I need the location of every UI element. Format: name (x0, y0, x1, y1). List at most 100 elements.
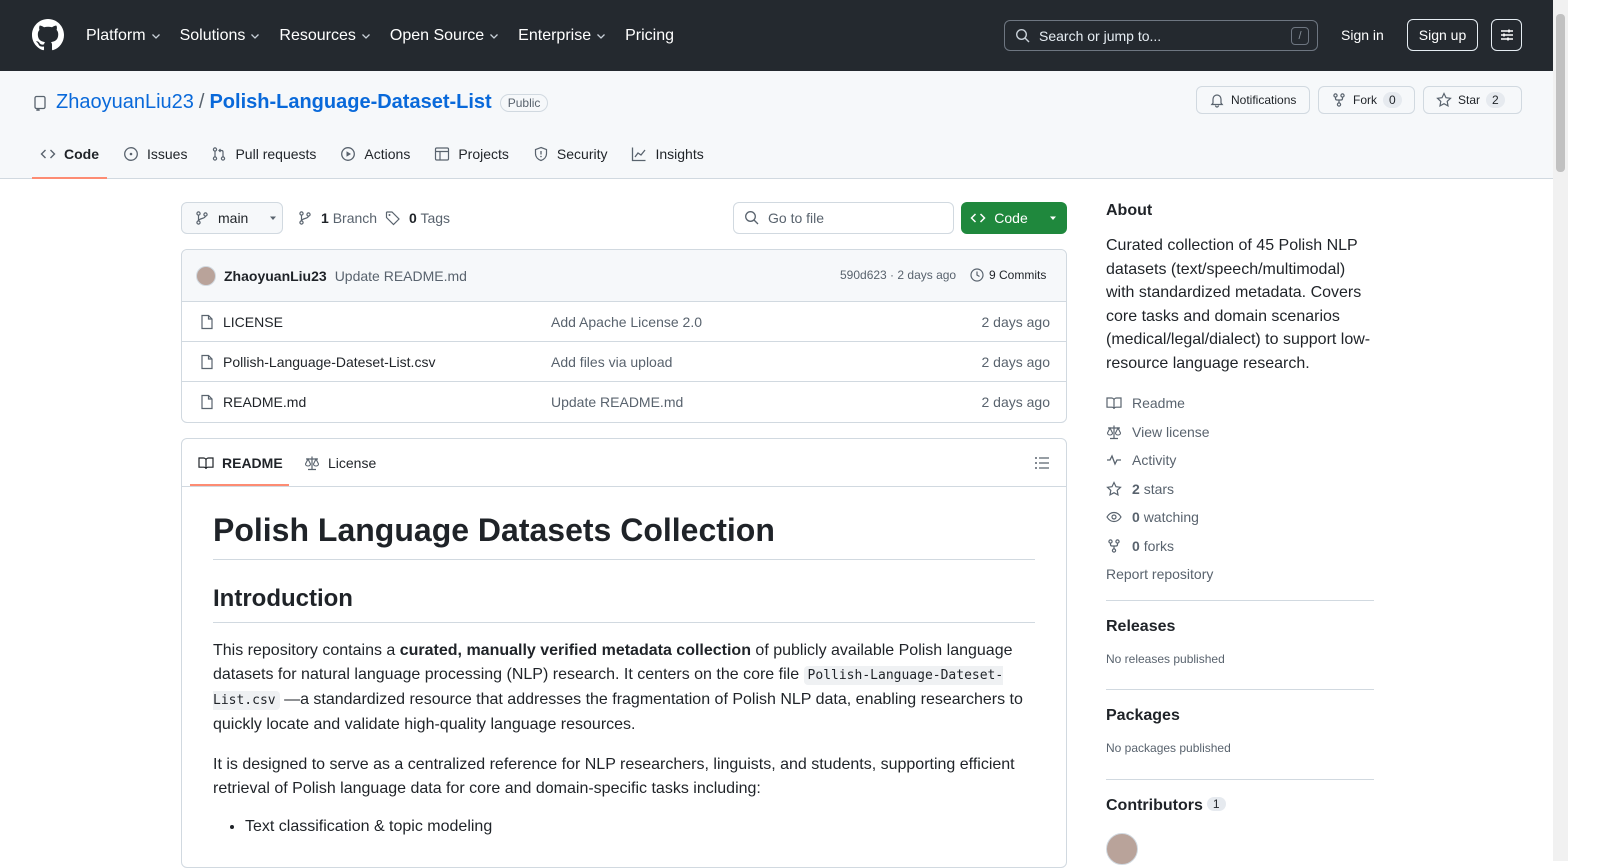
file-commit-message[interactable]: Update README.md (551, 394, 683, 410)
repo-tabs: Code Issues Pull requests Actions Projec… (32, 129, 720, 179)
file-row: LICENSE Add Apache License 2.0 2 days ag… (182, 302, 1066, 342)
shield-icon (534, 146, 548, 162)
tab-label: Pull requests (235, 146, 317, 162)
nav-pricing[interactable]: Pricing (625, 27, 674, 45)
bold-text: curated, manually verified metadata coll… (399, 642, 751, 660)
nav-solutions[interactable]: Solutions (180, 27, 262, 45)
tab-readme[interactable]: README (198, 455, 283, 471)
file-name-link[interactable]: README.md (223, 394, 306, 410)
link-label: View license (1132, 423, 1210, 440)
tab-issues[interactable]: Issues (115, 129, 195, 179)
readme-list: Text classification & topic modeling (213, 815, 1035, 839)
forks-link[interactable]: 0 forks (1106, 532, 1374, 561)
text-run: This repository contains a (213, 642, 400, 660)
fork-icon (1108, 539, 1120, 553)
notifications-button[interactable]: Notifications (1196, 86, 1310, 114)
tab-security[interactable]: Security (525, 129, 616, 179)
search-input[interactable]: Search or jump to... / (1004, 20, 1318, 51)
tags-link[interactable]: 0 Tags (385, 210, 450, 226)
tag-count: 0 (409, 210, 417, 226)
commit-message[interactable]: Update README.md (335, 268, 467, 284)
branch-name: main (218, 210, 249, 226)
list-item: Text classification & topic modeling (245, 815, 1035, 839)
contributors-heading[interactable]: Contributors 1 (1106, 797, 1374, 815)
file-commit-message[interactable]: Add Apache License 2.0 (551, 314, 702, 330)
outline-button[interactable] (1034, 455, 1050, 471)
sign-up-button[interactable]: Sign up (1407, 19, 1478, 51)
repo-actions: Notifications Fork 0 Star 2 (1196, 86, 1522, 114)
nav-resources[interactable]: Resources (279, 27, 371, 45)
nav-label: Resources (279, 26, 356, 44)
fork-button[interactable]: Fork 0 (1318, 86, 1415, 114)
tab-projects[interactable]: Projects (426, 129, 517, 179)
file-age: 2 days ago (981, 394, 1051, 410)
stars-count: 2 (1132, 480, 1140, 497)
branch-selector[interactable]: main (181, 202, 283, 234)
branch-icon (196, 211, 208, 225)
tab-actions[interactable]: Actions (332, 129, 418, 179)
pulse-icon (1107, 454, 1121, 466)
license-link[interactable]: View license (1106, 418, 1374, 447)
repo-owner-link[interactable]: ZhaoyuanLiu23 (56, 91, 194, 114)
tab-pull-requests[interactable]: Pull requests (203, 129, 324, 179)
activity-link[interactable]: Activity (1106, 446, 1374, 475)
commit-author[interactable]: ZhaoyuanLiu23 (224, 268, 327, 284)
star-button[interactable]: Star 2 (1423, 86, 1522, 114)
scrollbar-thumb[interactable] (1556, 14, 1565, 172)
file-name-link[interactable]: LICENSE (223, 314, 283, 330)
readme-heading-introduction: Introduction (213, 584, 1035, 624)
about-links: Readme View license Activity 2 stars 0 w… (1106, 389, 1374, 588)
branches-link[interactable]: 1 Branch (297, 210, 377, 226)
file-commit-message[interactable]: Add files via upload (551, 354, 672, 370)
file-row: Pollish-Language-Dateset-List.csv Add fi… (182, 342, 1066, 382)
readme-content: Polish Language Datasets Collection Intr… (213, 511, 1035, 839)
visibility-badge: Public (499, 93, 549, 112)
page-scrollbar[interactable] (1553, 0, 1568, 861)
nav-platform[interactable]: Platform (86, 27, 162, 45)
packages-section: Packages No packages published (1106, 689, 1374, 779)
avatar[interactable] (196, 265, 216, 286)
sliders-icon (1500, 29, 1513, 41)
file-row: README.md Update README.md 2 days ago (182, 382, 1066, 422)
nav-label: Enterprise (518, 26, 592, 44)
file-name-link[interactable]: Pollish-Language-Dateset-List.csv (223, 354, 435, 370)
file-browser: ZhaoyuanLiu23 Update README.md 590d623 ·… (181, 249, 1067, 423)
contributors-title: Contributors (1106, 797, 1203, 814)
nav-open-source[interactable]: Open Source (390, 27, 500, 45)
bell-icon (1210, 94, 1224, 108)
file-icon (201, 394, 213, 410)
tab-insights[interactable]: Insights (623, 129, 711, 179)
code-icon (970, 213, 986, 223)
code-dropdown-button[interactable]: Code (961, 202, 1067, 234)
sign-in-link[interactable]: Sign in (1341, 27, 1384, 43)
nav-enterprise[interactable]: Enterprise (518, 27, 607, 45)
releases-heading[interactable]: Releases (1106, 618, 1374, 636)
avatar[interactable] (1106, 833, 1138, 865)
file-age: 2 days ago (981, 314, 1051, 330)
releases-empty-text: No releases published (1106, 652, 1225, 666)
commits-link[interactable]: 9 Commits (969, 267, 1046, 283)
commits-count: 9 Commits (989, 268, 1047, 282)
tab-label: Insights (655, 146, 704, 162)
packages-heading[interactable]: Packages (1106, 707, 1374, 725)
branch-icon (299, 211, 311, 225)
tab-label: Security (556, 146, 608, 162)
branch-bar: main 1 Branch 0 Tags Go to file Code (181, 202, 1067, 234)
stars-link[interactable]: 2 stars (1106, 475, 1374, 504)
report-repository-link[interactable]: Report repository (1106, 566, 1213, 582)
readme-link[interactable]: Readme (1106, 389, 1374, 418)
watching-link[interactable]: 0 watching (1106, 503, 1374, 532)
caret-down-icon (1049, 216, 1056, 220)
nav-label: Solutions (179, 26, 246, 44)
settings-menu-button[interactable] (1491, 19, 1522, 51)
commit-hash-time[interactable]: 590d623 · 2 days ago (840, 268, 956, 282)
github-logo-icon[interactable] (32, 19, 64, 51)
tab-label: Actions (364, 146, 411, 162)
about-description: Curated collection of 45 Polish NLP data… (1106, 237, 1371, 372)
go-to-file-input[interactable]: Go to file (733, 202, 954, 234)
tab-code[interactable]: Code (32, 129, 107, 179)
tab-license[interactable]: License (304, 455, 376, 471)
repo-title: ZhaoyuanLiu23 / Polish-Language-Dataset-… (32, 91, 549, 114)
repo-name-link[interactable]: Polish-Language-Dataset-List (209, 91, 491, 114)
tab-label: Projects (458, 146, 509, 162)
